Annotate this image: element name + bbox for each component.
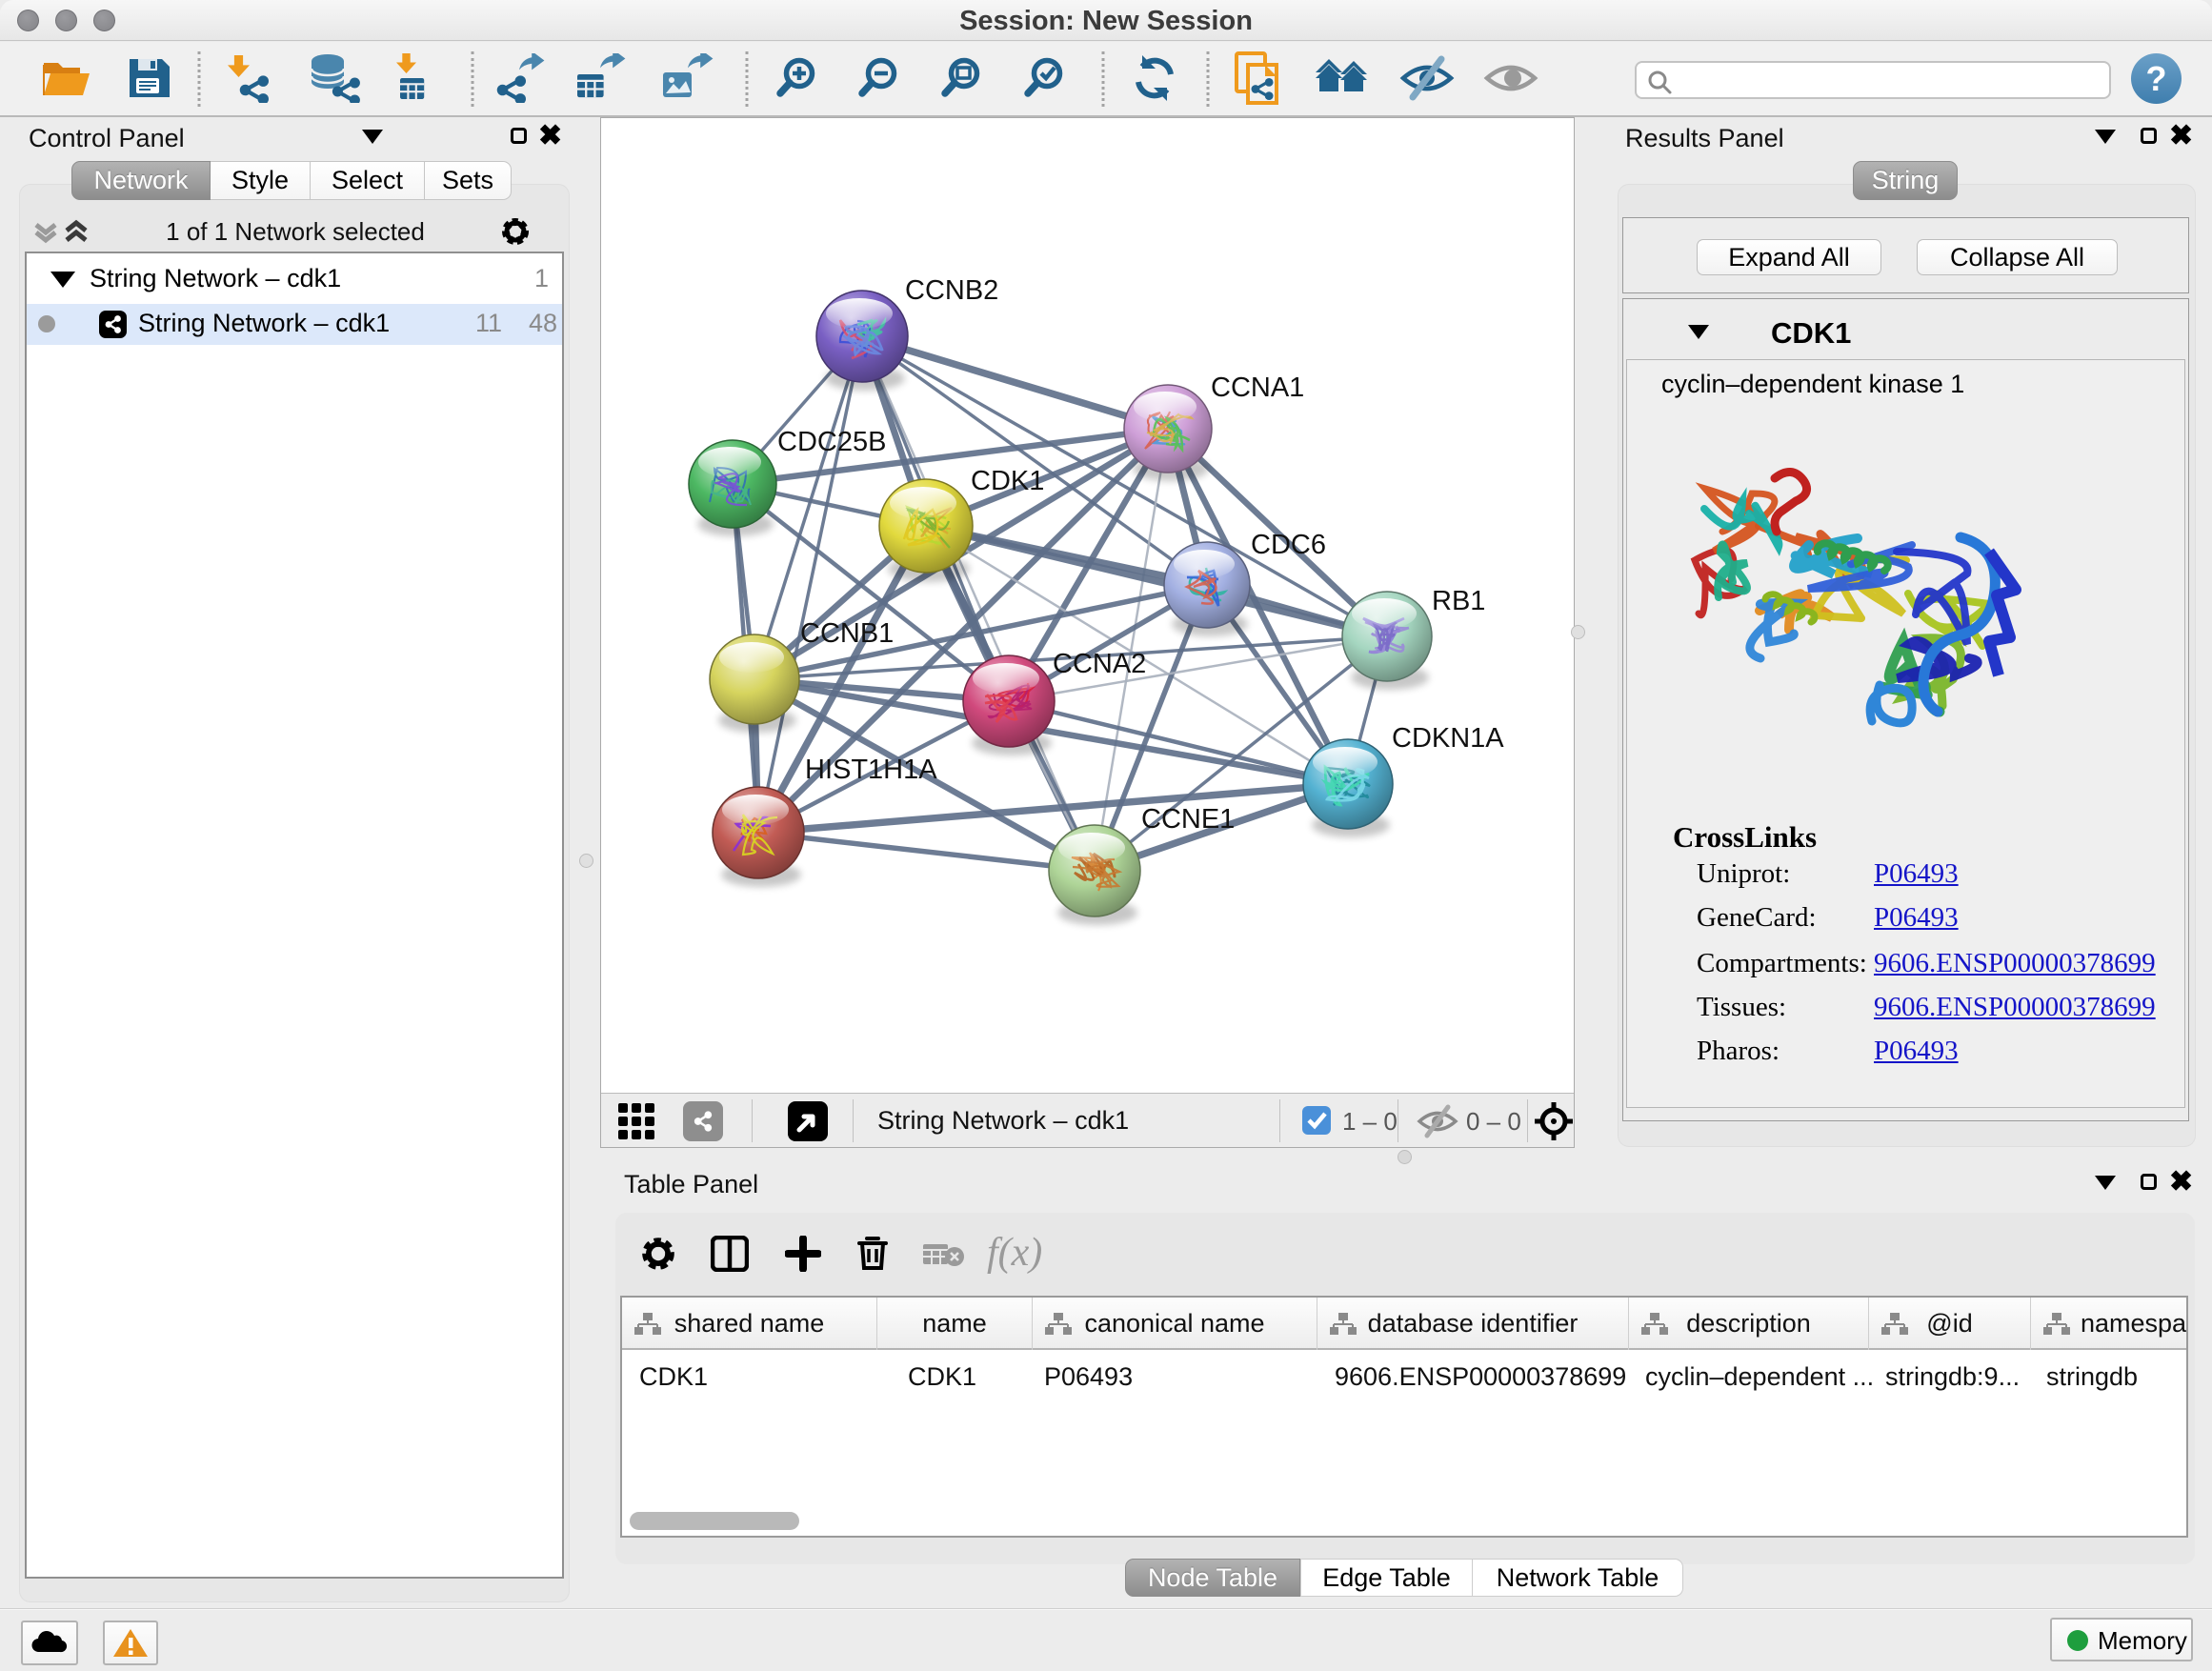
svg-text:CDKN1A: CDKN1A: [1392, 723, 1504, 754]
svg-text:CDC25B: CDC25B: [777, 427, 886, 457]
svg-text:CCNB2: CCNB2: [905, 275, 998, 306]
svg-text:CCNA1: CCNA1: [1211, 372, 1304, 403]
svg-text:CCNA2: CCNA2: [1053, 649, 1146, 679]
svg-text:RB1: RB1: [1432, 586, 1485, 616]
svg-text:CCNB1: CCNB1: [800, 618, 894, 649]
svg-text:CDK1: CDK1: [971, 466, 1044, 496]
svg-text:CDC6: CDC6: [1251, 530, 1326, 560]
svg-text:CCNE1: CCNE1: [1141, 804, 1235, 835]
svg-text:HIST1H1A: HIST1H1A: [805, 755, 937, 785]
